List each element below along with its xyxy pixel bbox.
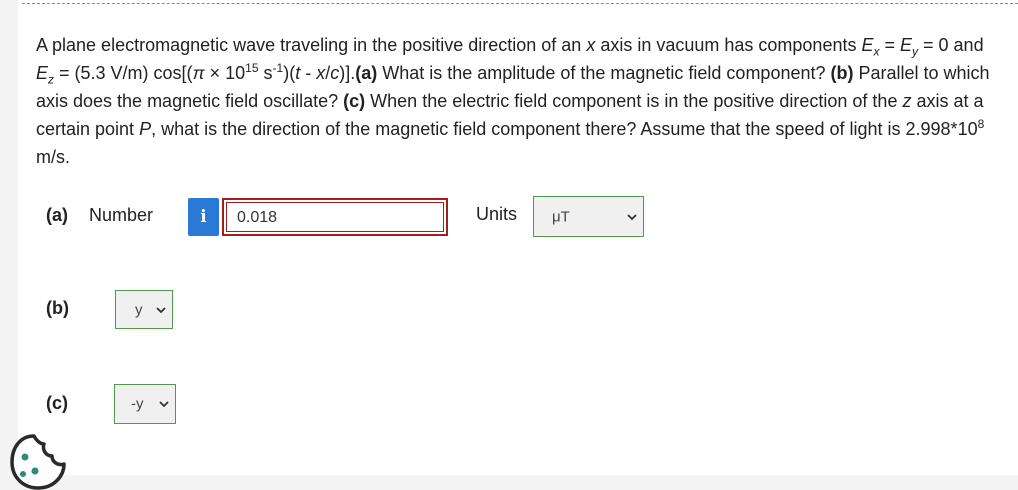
chevron-down-icon bbox=[627, 213, 637, 220]
part-c-label: (c) bbox=[46, 393, 68, 413]
part-c-selected-value: -y bbox=[131, 395, 144, 413]
chevron-down-icon bbox=[159, 401, 169, 408]
units-select[interactable]: μT bbox=[533, 196, 644, 237]
info-glyph: i bbox=[200, 207, 207, 227]
part-a-label: (a) bbox=[46, 205, 68, 225]
answer-a-input[interactable]: 0.018 bbox=[222, 198, 448, 236]
part-c-select[interactable]: -y bbox=[114, 384, 176, 424]
cookie-icon[interactable] bbox=[4, 430, 74, 490]
answer-a-value: 0.018 bbox=[226, 202, 444, 232]
question-text: A plane electromagnetic wave traveling i… bbox=[36, 35, 990, 167]
part-b-select[interactable]: y bbox=[115, 290, 173, 329]
units-selected-value: μT bbox=[552, 208, 570, 225]
dashed-divider bbox=[22, 3, 1018, 4]
number-label: Number bbox=[89, 205, 154, 225]
part-b-selected-value: y bbox=[135, 301, 143, 318]
part-b-label: (b) bbox=[46, 298, 69, 318]
units-label: Units bbox=[476, 204, 518, 224]
info-icon[interactable]: i bbox=[188, 198, 219, 236]
chevron-down-icon bbox=[156, 306, 166, 313]
